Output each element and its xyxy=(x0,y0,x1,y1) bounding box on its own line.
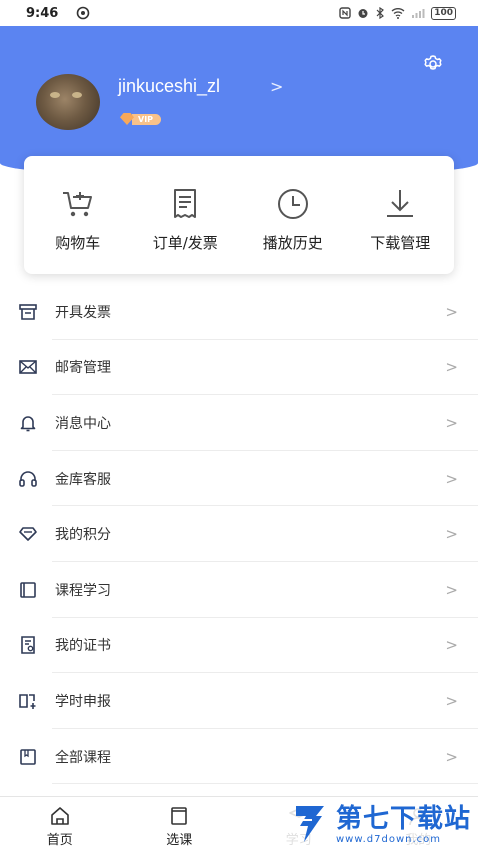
quick-action-label: 播放历史 xyxy=(262,234,323,252)
quick-actions-card: 购物车 订单/发票 播放历史 下载管理 xyxy=(24,156,454,274)
menu-item-label: 消息中心 xyxy=(55,415,111,432)
download-icon xyxy=(387,190,414,217)
menu-item-hours-report[interactable]: 学时申报 > xyxy=(0,673,478,729)
menu-item-points[interactable]: 我的积分 > xyxy=(0,506,478,562)
menu-item-certificates[interactable]: 我的证书 > xyxy=(0,618,478,674)
chevron-right-icon: > xyxy=(445,580,458,599)
mail-icon xyxy=(19,360,37,375)
invoice-icon xyxy=(19,303,37,320)
courses-icon xyxy=(20,748,36,765)
chevron-right-icon: > xyxy=(445,525,458,544)
tab-select-course[interactable]: 选课 xyxy=(120,797,240,850)
vip-badge: VIP xyxy=(120,112,162,126)
battery-indicator: 100 xyxy=(431,6,456,20)
menu-item-label: 学时申报 xyxy=(55,693,111,710)
username[interactable]: jinkuceshi_zl xyxy=(118,76,220,97)
menu-list: 开具发票 > 邮寄管理 > 消息中心 > 金库客服 > 我的积分 > 课程学习 … xyxy=(0,284,478,784)
menu-item-course-study[interactable]: 课程学习 > xyxy=(0,562,478,618)
menu-item-label: 全部课程 xyxy=(55,749,111,766)
home-icon xyxy=(50,807,69,825)
tab-label: 选课 xyxy=(166,833,193,848)
menu-item-label: 课程学习 xyxy=(55,582,111,599)
wifi-icon xyxy=(391,8,405,19)
certificate-icon xyxy=(21,636,35,655)
quick-action-cart[interactable]: 购物车 xyxy=(24,156,132,274)
signal-icon xyxy=(412,9,425,18)
alarm-icon xyxy=(358,9,368,18)
clock-icon xyxy=(277,189,308,219)
nfc-icon xyxy=(339,7,351,19)
menu-item-mail[interactable]: 邮寄管理 > xyxy=(0,340,478,396)
quick-action-history[interactable]: 播放历史 xyxy=(239,156,347,274)
chevron-right-icon: > xyxy=(445,636,458,655)
menu-item-label: 开具发票 xyxy=(55,304,111,321)
tab-home[interactable]: 首页 xyxy=(0,797,120,850)
settings-gear-icon[interactable] xyxy=(421,52,445,76)
status-time: 9:46 xyxy=(26,5,59,21)
report-icon xyxy=(19,694,36,709)
quick-action-orders[interactable]: 订单/发票 xyxy=(132,156,240,274)
menu-item-invoice[interactable]: 开具发票 > xyxy=(0,284,478,340)
menu-item-label: 金库客服 xyxy=(55,471,111,488)
profile-chevron-icon[interactable]: > xyxy=(270,77,283,96)
menu-item-label: 我的证书 xyxy=(55,638,111,655)
quick-action-label: 购物车 xyxy=(55,234,101,252)
quick-action-label: 订单/发票 xyxy=(152,234,218,252)
vip-label: VIP xyxy=(132,113,162,125)
watermark-text: 第七下载站 www.d7down.com xyxy=(336,804,471,845)
status-bar: 9:46 100 xyxy=(0,0,478,26)
bluetooth-icon xyxy=(376,7,385,19)
status-left: 9:46 xyxy=(26,6,90,21)
menu-item-support[interactable]: 金库客服 > xyxy=(0,451,478,507)
chevron-right-icon: > xyxy=(445,358,458,377)
headset-icon xyxy=(19,470,37,487)
diamond-icon xyxy=(19,527,37,541)
select-course-icon xyxy=(171,807,188,825)
chevron-right-icon: > xyxy=(445,302,458,321)
watermark-url: www.d7down.com xyxy=(336,833,442,845)
watermark: 第七下载站 www.d7down.com xyxy=(286,798,476,850)
quick-action-label: 下载管理 xyxy=(370,234,431,252)
receipt-icon xyxy=(174,189,197,218)
chevron-right-icon: > xyxy=(445,469,458,488)
status-right: 100 xyxy=(339,6,456,20)
quick-action-downloads[interactable]: 下载管理 xyxy=(347,156,455,274)
chevron-right-icon: > xyxy=(445,747,458,766)
menu-item-label: 我的积分 xyxy=(55,527,111,544)
menu-item-messages[interactable]: 消息中心 > xyxy=(0,395,478,451)
avatar[interactable] xyxy=(36,74,100,130)
cart-icon xyxy=(62,192,92,217)
app-notification-icon xyxy=(77,6,90,20)
chevron-right-icon: > xyxy=(445,413,458,432)
menu-item-label: 邮寄管理 xyxy=(55,360,111,377)
book-icon xyxy=(20,581,36,598)
bell-icon xyxy=(20,416,36,432)
watermark-logo-icon xyxy=(296,806,324,842)
watermark-title: 第七下载站 xyxy=(336,803,472,834)
tab-label: 首页 xyxy=(46,833,73,848)
menu-item-all-courses[interactable]: 全部课程 > xyxy=(0,729,478,785)
chevron-right-icon: > xyxy=(445,691,458,710)
